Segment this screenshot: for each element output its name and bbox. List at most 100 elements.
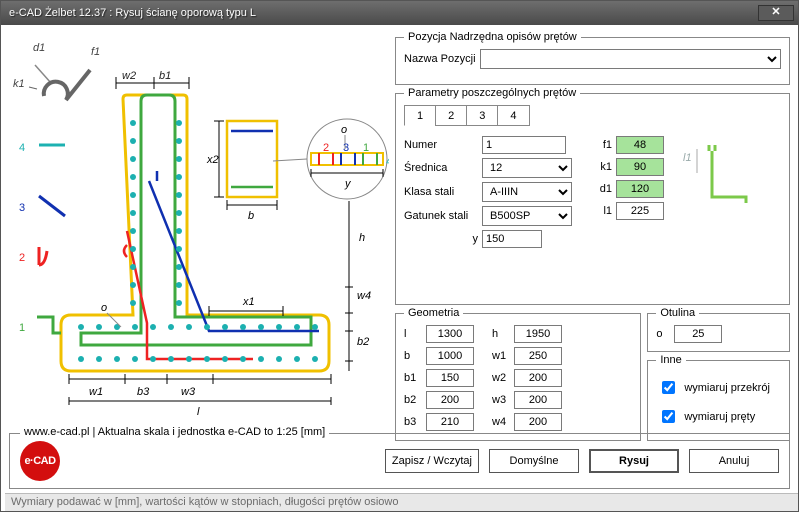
svg-text:f1: f1 (91, 46, 100, 58)
input-o[interactable] (674, 325, 722, 343)
button-domyslne[interactable]: Domyślne (489, 449, 579, 473)
svg-text:2: 2 (19, 252, 25, 264)
svg-text:l: l (197, 406, 200, 418)
tab-3[interactable]: 3 (466, 105, 498, 126)
button-zapisz-wczytaj[interactable]: Zapisz / Wczytaj (385, 449, 479, 473)
input-b[interactable] (426, 347, 474, 365)
svg-text:d1: d1 (33, 42, 45, 54)
button-anuluj[interactable]: Anuluj (689, 449, 779, 473)
bar-shape-preview: l1 (676, 136, 756, 222)
input-h[interactable] (514, 325, 562, 343)
label-w1: w1 (492, 350, 510, 362)
schematic-diagram: d1 f1 k1 w2 b1 (9, 31, 389, 441)
legend-inne: Inne (656, 354, 685, 366)
input-b2[interactable] (426, 391, 474, 409)
checkbox-wymiaruj-przekroj[interactable]: wymiaruj przekrój (658, 378, 779, 397)
logo-ecad: e·CAD (20, 441, 60, 481)
svg-text:w4: w4 (357, 290, 371, 302)
checkbox-wymiaruj-prety[interactable]: wymiaruj pręty (658, 407, 779, 426)
groupbox-pozycja: Pozycja Nadrzędna opisów prętów Nazwa Po… (395, 31, 790, 85)
label-w4: w4 (492, 416, 510, 428)
label-l: l (404, 328, 422, 340)
svg-text:1: 1 (19, 322, 25, 334)
select-klasa[interactable]: A-IIIN (482, 182, 572, 202)
diagram-svg: d1 f1 k1 w2 b1 (9, 31, 389, 431)
input-b3[interactable] (426, 413, 474, 431)
label-b2: b2 (404, 394, 422, 406)
label-d1: d1 (594, 183, 612, 195)
bottom-bar-group: www.e-cad.pl | Aktualna skala i jednostk… (9, 433, 790, 489)
label-wymiaruj-przekroj: wymiaruj przekrój (684, 382, 770, 394)
input-w4[interactable] (514, 413, 562, 431)
svg-text:b1: b1 (159, 70, 171, 82)
svg-text:w1: w1 (89, 386, 103, 398)
dropdown-nazwa-pozycji[interactable] (480, 49, 781, 69)
input-d1[interactable] (616, 180, 664, 198)
svg-text:k1: k1 (13, 78, 25, 90)
groupbox-inne: Inne wymiaruj przekrój wymiaruj pręty (647, 354, 790, 441)
svg-text:w3: w3 (181, 386, 196, 398)
button-rysuj[interactable]: Rysuj (589, 449, 679, 473)
svg-text:o: o (101, 302, 107, 314)
close-button[interactable]: ✕ (758, 5, 794, 21)
svg-text:3: 3 (343, 142, 349, 154)
svg-text:x2: x2 (206, 154, 219, 166)
svg-text:4: 4 (19, 142, 25, 154)
legend-otulina: Otulina (656, 307, 699, 319)
bottom-legend: www.e-cad.pl | Aktualna skala i jednostk… (20, 426, 329, 438)
status-bar: Wymiary podawać w [mm], wartości kątów w… (5, 493, 798, 511)
label-srednica: Średnica (404, 162, 478, 174)
title-bar: e-CAD Żelbet 12.37 : Rysuj ścianę oporow… (1, 1, 798, 25)
legend-geometria: Geometria (404, 307, 463, 319)
svg-text:w2: w2 (122, 70, 136, 82)
input-l1[interactable] (616, 202, 664, 220)
legend-pozycja: Pozycja Nadrzędna opisów prętów (404, 31, 581, 43)
checkbox-wymiaruj-przekroj-input[interactable] (662, 381, 675, 394)
svg-text:b2: b2 (357, 336, 369, 348)
checkbox-wymiaruj-prety-input[interactable] (662, 410, 675, 423)
input-w1[interactable] (514, 347, 562, 365)
label-b1: b1 (404, 372, 422, 384)
select-gatunek[interactable]: B500SP (482, 206, 572, 226)
svg-text:o: o (341, 124, 347, 136)
label-f1: f1 (594, 139, 612, 151)
svg-text:l1: l1 (683, 152, 692, 164)
svg-text:b: b (248, 210, 254, 222)
label-b3: b3 (404, 416, 422, 428)
svg-text:4: 4 (386, 156, 389, 168)
svg-text:x1: x1 (242, 296, 255, 308)
label-y: y (404, 233, 478, 245)
select-srednica[interactable]: 12 (482, 158, 572, 178)
label-b: b (404, 350, 422, 362)
svg-text:3: 3 (19, 202, 25, 214)
groupbox-otulina: Otulina o (647, 307, 790, 352)
input-l[interactable] (426, 325, 474, 343)
input-f1[interactable] (616, 136, 664, 154)
label-w3: w3 (492, 394, 510, 406)
window-title: e-CAD Żelbet 12.37 : Rysuj ścianę oporow… (5, 7, 256, 19)
input-w2[interactable] (514, 369, 562, 387)
svg-text:h: h (359, 232, 365, 244)
legend-parametry: Parametry poszczególnych prętów (404, 87, 580, 99)
input-b1[interactable] (426, 369, 474, 387)
label-k1: k1 (594, 161, 612, 173)
input-w3[interactable] (514, 391, 562, 409)
logo-text: e·CAD (24, 455, 55, 467)
input-numer[interactable] (482, 136, 566, 154)
tab-2[interactable]: 2 (435, 105, 467, 126)
tab-4[interactable]: 4 (497, 105, 529, 126)
svg-text:b3: b3 (137, 386, 150, 398)
label-klasa: Klasa stali (404, 186, 478, 198)
label-wymiaruj-prety: wymiaruj pręty (684, 411, 755, 423)
label-w2: w2 (492, 372, 510, 384)
input-y[interactable] (482, 230, 542, 248)
label-nazwa-pozycji: Nazwa Pozycji (404, 53, 476, 65)
groupbox-geometria: Geometria l b b1 b2 b3 h w1 (395, 307, 641, 441)
tab-1[interactable]: 1 (404, 105, 436, 126)
label-numer: Numer (404, 139, 478, 151)
svg-text:2: 2 (323, 142, 329, 154)
label-h: h (492, 328, 510, 340)
input-k1[interactable] (616, 158, 664, 176)
label-o: o (656, 328, 670, 340)
label-l1: l1 (594, 205, 612, 217)
